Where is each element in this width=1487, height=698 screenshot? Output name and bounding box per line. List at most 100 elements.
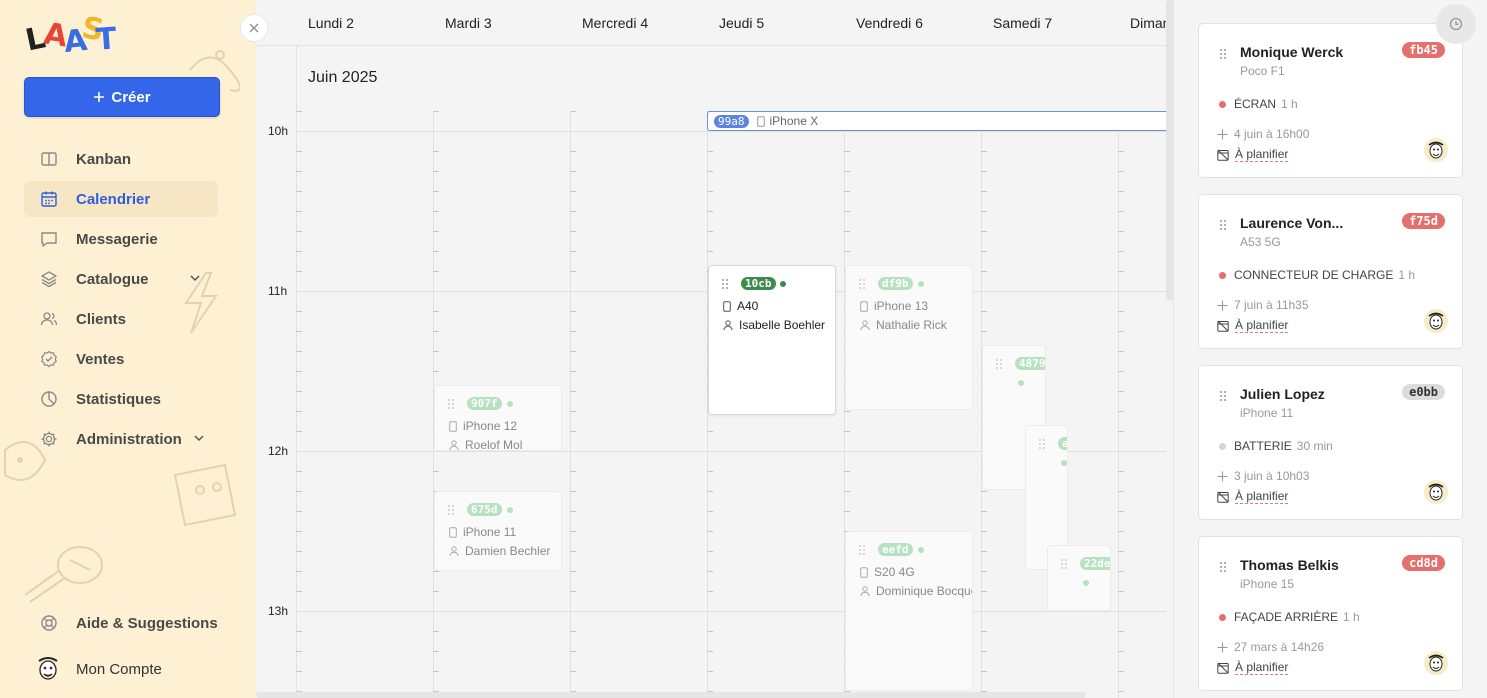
schedule-link[interactable]: À planifier: [1217, 489, 1289, 504]
status-dot: [918, 547, 924, 553]
time-tick: [1118, 351, 1124, 352]
device-model: iPhone 11: [1240, 406, 1294, 420]
day-header[interactable]: Lundi 2: [308, 15, 354, 31]
create-button[interactable]: Créer: [24, 77, 220, 117]
drag-handle-icon[interactable]: [1219, 48, 1227, 60]
help-suggestions-link[interactable]: Aide & Suggestions: [24, 605, 218, 641]
time-tick: [1118, 251, 1124, 252]
drag-handle-icon[interactable]: [1219, 219, 1227, 231]
time-axis-line: [296, 46, 297, 698]
account-link[interactable]: Mon Compte: [24, 651, 218, 687]
time-tick: [1118, 691, 1124, 692]
schedule-link[interactable]: À planifier: [1217, 660, 1289, 675]
avatar-icon: [38, 657, 58, 680]
time-tick: [707, 491, 713, 492]
day-header[interactable]: Mercredi 4: [582, 15, 648, 31]
time-tick: [707, 251, 713, 252]
time-tick: [1118, 491, 1124, 492]
time-tick: [1118, 271, 1124, 272]
time-tick: [570, 111, 576, 112]
calendar-off-icon: [1217, 320, 1229, 332]
time-tick: [1118, 311, 1124, 312]
time-tick: [433, 151, 439, 152]
user-icon: [449, 439, 459, 450]
time-tick: [296, 231, 302, 232]
phone-icon: [723, 300, 731, 312]
event-code: 675d: [467, 503, 502, 516]
drag-handle-icon[interactable]: [1038, 438, 1046, 450]
calendar-event[interactable]: 10cb A40 Isabelle Boehler: [708, 265, 836, 415]
time-tick: [844, 431, 850, 432]
event-client: Dominique Bocquet: [876, 584, 973, 598]
vertical-scrollbar[interactable]: [1166, 0, 1173, 300]
drag-handle-icon[interactable]: [858, 278, 866, 290]
event-code: eefd: [878, 543, 913, 556]
schedule-link[interactable]: À planifier: [1217, 147, 1289, 162]
drag-handle-icon[interactable]: [721, 278, 729, 290]
event-model: iPhone 11: [463, 525, 517, 539]
sidebar-item-label: Administration: [76, 430, 182, 448]
sidebar-item-calendrier[interactable]: Calendrier: [24, 181, 218, 217]
drag-handle-icon[interactable]: [995, 358, 1003, 370]
time-tick: [981, 171, 987, 172]
drag-handle-icon[interactable]: [1060, 558, 1068, 570]
drag-handle-icon[interactable]: [1219, 561, 1227, 573]
schedule-link[interactable]: À planifier: [1217, 318, 1289, 333]
created-date: 4 juin à 16h00: [1217, 127, 1309, 141]
time-tick: [296, 331, 302, 332]
day-header[interactable]: Samedi 7: [993, 15, 1052, 31]
event-code: 907f: [467, 397, 502, 410]
sidebar-item-catalogue[interactable]: Catalogue: [24, 261, 218, 297]
calendar-event[interactable]: eefd S20 4G Dominique Bocquet: [845, 531, 973, 691]
time-tick: [570, 551, 576, 552]
calendar-off-icon: [1217, 662, 1229, 674]
time-tick: [296, 171, 302, 172]
sidebar-item-administration[interactable]: Administration: [24, 421, 218, 457]
sidebar: L A A S T Créer Kanban Calendrier Messag…: [0, 0, 256, 698]
close-sidebar-button[interactable]: [240, 14, 268, 42]
sidebar-item-messagerie[interactable]: Messagerie: [24, 221, 218, 257]
day-header-row: Lundi 2 Mardi 3 Mercredi 4 Jeudi 5 Vendr…: [256, 0, 1166, 46]
timer-button[interactable]: [1436, 4, 1476, 44]
repair-card[interactable]: Thomas Belkis iPhone 15 cd8d FAÇADE ARRI…: [1198, 536, 1463, 691]
horizontal-scrollbar[interactable]: [256, 692, 1086, 698]
time-tick: [981, 551, 987, 552]
created-date: 3 juin à 10h03: [1217, 469, 1309, 483]
repair-card[interactable]: Monique Werck Poco F1 fb45 ÉCRAN 1 h 4 j…: [1198, 23, 1463, 178]
time-tick: [296, 591, 302, 592]
sidebar-item-ventes[interactable]: Ventes: [24, 341, 218, 377]
calendar-icon: [41, 191, 57, 207]
status-dot: [780, 281, 786, 287]
time-tick: [296, 531, 302, 532]
drag-handle-icon[interactable]: [1219, 390, 1227, 402]
day-header[interactable]: Mardi 3: [445, 15, 492, 31]
sidebar-item-clients[interactable]: Clients: [24, 301, 218, 337]
technician-avatar-icon: [1424, 309, 1448, 333]
calendar-event[interactable]: df9b iPhone 13 Nathalie Rick: [845, 265, 973, 410]
chevron-down-icon[interactable]: [192, 431, 206, 445]
event-model-row: iPhone 13: [860, 299, 928, 313]
customer-name: Thomas Belkis: [1240, 557, 1339, 573]
calendar-event[interactable]: 22de: [1047, 545, 1111, 611]
calendar-event[interactable]: 675d iPhone 11 Damien Bechler: [434, 491, 562, 571]
sidebar-item-statistiques[interactable]: Statistiques: [24, 381, 218, 417]
day-header[interactable]: Jeudi 5: [719, 15, 764, 31]
time-tick: [981, 491, 987, 492]
time-tick: [570, 631, 576, 632]
repair-card[interactable]: Laurence Von... A53 5G f75d CONNECTEUR D…: [1198, 194, 1463, 349]
drag-handle-icon[interactable]: [447, 398, 455, 410]
repair-card[interactable]: Julien Lopez iPhone 11 e0bb BATTERIE 30 …: [1198, 365, 1463, 520]
drag-handle-icon[interactable]: [858, 544, 866, 556]
day-header[interactable]: Vendredi 6: [856, 15, 923, 31]
chevron-down-icon[interactable]: [188, 271, 202, 285]
sidebar-item-kanban[interactable]: Kanban: [24, 141, 218, 177]
customer-name: Monique Werck: [1240, 44, 1344, 60]
multi-day-event[interactable]: 99a8 iPhone X: [707, 111, 1166, 131]
calendar-event[interactable]: 907f iPhone 12 Roelof Mol: [434, 385, 562, 451]
time-tick: [981, 271, 987, 272]
day-header[interactable]: Dimanche 8: [1130, 15, 1166, 31]
time-tick: [844, 151, 850, 152]
technician-avatar-icon: [1424, 651, 1448, 675]
drag-handle-icon[interactable]: [447, 504, 455, 516]
badge-check-icon: [41, 350, 57, 368]
